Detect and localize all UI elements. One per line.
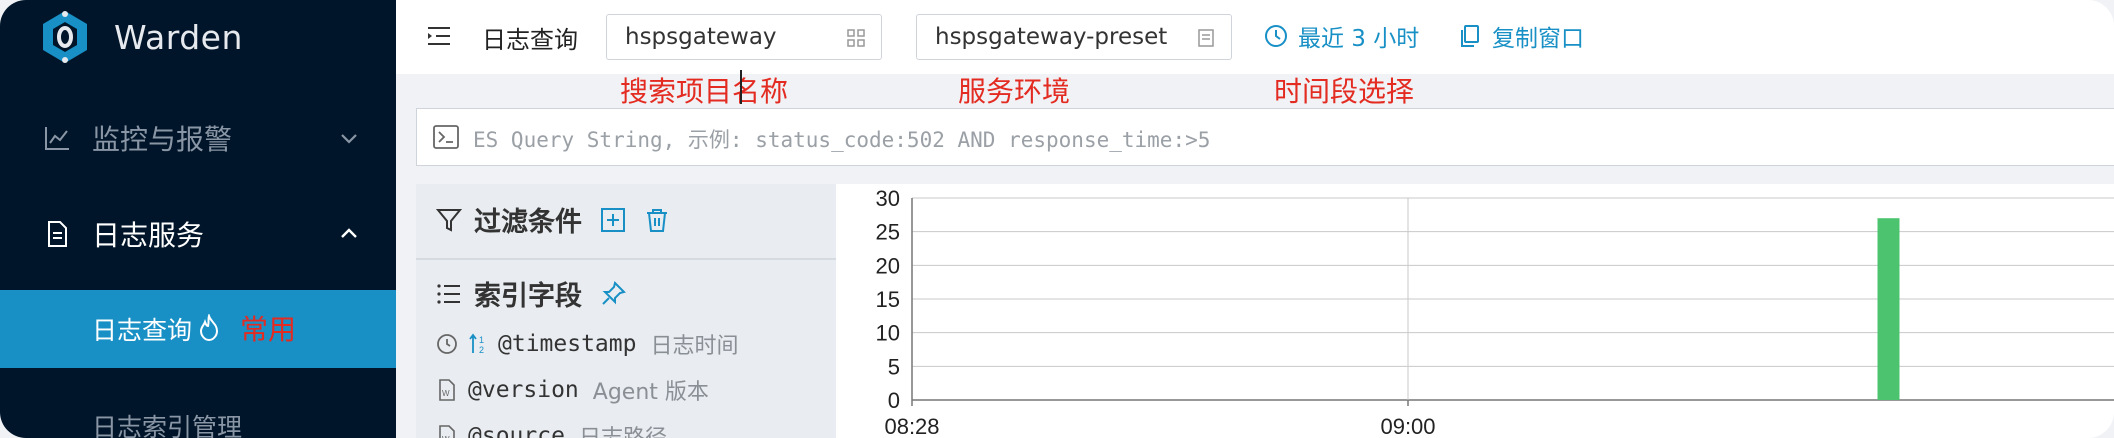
field-row[interactable]: 1 2 @timestamp 日志时间 (436, 328, 739, 360)
filter-icon (436, 208, 462, 232)
time-range-button[interactable]: 最近 3 小时 (1264, 20, 1419, 52)
filter-panel: 过滤条件 索引字段 1 2 @timestamp 日志时间 W @version… (416, 184, 836, 438)
sidebar-item-label: 日志查询 (92, 316, 193, 345)
y-tick-label: 25 (876, 220, 900, 245)
chevron-down-icon (341, 134, 357, 144)
chart-bar (1877, 218, 1900, 400)
pin-icon[interactable] (600, 280, 626, 307)
list-box-icon (1198, 29, 1214, 47)
menu-fold-icon[interactable] (426, 24, 452, 48)
env-select[interactable]: hspsgateway-preset (916, 14, 1232, 60)
warden-logo-icon (43, 11, 87, 63)
log-histogram-chart: 0 5 10 15 20 25 30 08:28 09:00 (836, 184, 2114, 438)
y-tick-label: 20 (876, 253, 900, 278)
sidebar-item-log-service[interactable]: 日志服务 (0, 208, 396, 260)
field-name: @timestamp (498, 331, 637, 357)
index-fields-title: 索引字段 (474, 281, 582, 312)
brand-name: Warden (114, 17, 243, 57)
file-text-icon (48, 221, 67, 247)
sidebar-item-label: 日志索引管理 (92, 413, 243, 438)
field-name: @version (468, 377, 579, 403)
list-icon (437, 283, 460, 304)
copy-icon (1461, 25, 1479, 47)
copy-window-button[interactable]: 复制窗口 (1458, 20, 1584, 52)
svg-text:1: 1 (479, 335, 484, 345)
text-doc-icon: W (439, 379, 455, 401)
text-cursor (740, 70, 742, 104)
chevron-up-icon (341, 228, 357, 238)
field-desc: Agent 版本 (592, 380, 709, 405)
text-doc-icon: W (439, 425, 455, 438)
annotation-project: 搜索项目名称 (620, 75, 789, 108)
svg-text:W: W (442, 389, 450, 398)
annotation-time: 时间段选择 (1274, 75, 1415, 108)
annotation-env: 服务环境 (958, 75, 1071, 108)
sort-numeric-icon: 1 2 (469, 333, 484, 355)
sidebar-item-label: 监控与报警 (92, 123, 233, 156)
sidebar-item-index-management[interactable]: 日志索引管理 (0, 406, 396, 438)
page-title: 日志查询 (482, 26, 578, 54)
project-select[interactable]: hspsgateway (606, 14, 882, 60)
panel-divider (416, 258, 836, 260)
y-tick-label: 10 (876, 321, 900, 346)
delete-icon[interactable] (644, 207, 670, 233)
field-row[interactable]: W @version Agent 版本 (436, 374, 709, 406)
grid-icon (847, 29, 865, 47)
sidebar-item-label: 日志服务 (92, 219, 205, 252)
terminal-icon (433, 125, 459, 149)
y-tick-label: 30 (876, 186, 900, 211)
clock-icon (437, 334, 457, 354)
add-filter-icon[interactable] (600, 207, 626, 233)
query-placeholder: ES Query String, 示例: status_code:502 AND… (473, 128, 1211, 152)
filter-title: 过滤条件 (474, 207, 582, 238)
project-select-value: hspsgateway (625, 24, 777, 50)
field-row[interactable]: W @source 日志路径 (436, 420, 667, 438)
top-bar: 日志查询 hspsgateway hspsgateway-preset 最近 3 (396, 0, 2114, 74)
field-desc: 日志路径 (579, 420, 667, 438)
index-fields-header: 索引字段 (436, 274, 626, 313)
common-badge: 常用 (240, 313, 297, 346)
time-range-label: 最近 3 小时 (1298, 26, 1420, 52)
x-tick-label: 08:28 (884, 414, 939, 438)
sidebar: Warden 监控与报警 日志服务 日志查询 常用 日志索引管理 (0, 0, 396, 438)
filter-header: 过滤条件 (436, 200, 670, 239)
sidebar-item-log-query[interactable]: 日志查询 常用 (0, 290, 396, 368)
copy-window-label: 复制窗口 (1492, 26, 1584, 52)
y-tick-label: 0 (888, 388, 900, 413)
env-select-value: hspsgateway-preset (935, 24, 1168, 50)
line-chart-icon (45, 127, 69, 150)
chart-svg: 0 5 10 15 20 25 30 08:28 09:00 (876, 186, 2114, 438)
clock-icon (1265, 25, 1287, 47)
x-tick-label: 09:00 (1380, 414, 1435, 438)
field-name: @source (468, 423, 565, 438)
svg-text:2: 2 (479, 345, 484, 355)
y-tick-label: 15 (876, 287, 900, 312)
query-input[interactable]: ES Query String, 示例: status_code:502 AND… (416, 108, 2114, 166)
brand[interactable]: Warden (36, 11, 243, 63)
sidebar-item-monitoring[interactable]: 监控与报警 (0, 112, 396, 164)
app-window: Warden 监控与报警 日志服务 日志查询 常用 日志索引管理 日志查询 hs… (0, 0, 2114, 438)
flame-icon (199, 314, 219, 342)
y-tick-label: 5 (888, 354, 900, 379)
field-desc: 日志时间 (650, 334, 739, 359)
